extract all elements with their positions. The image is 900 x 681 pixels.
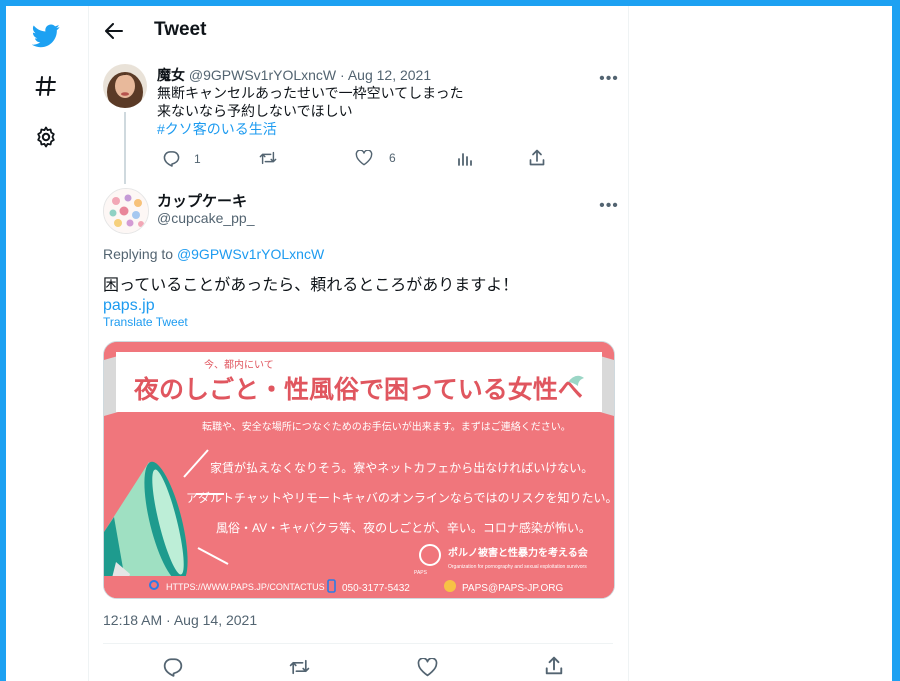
analytics-button[interactable] — [457, 151, 473, 166]
image-banner-text: 夜のしごと・性風俗で困っている女性へ — [133, 375, 583, 404]
tweet1-hashtag[interactable]: #クソ客のいる生活 — [157, 120, 464, 138]
image-sub-text: 転職や、安全な場所につなぐためのお手伝いが出来ます。まずはご連絡ください。 — [202, 420, 571, 433]
reply-button[interactable] — [163, 657, 183, 677]
avatar[interactable] — [103, 64, 147, 108]
tweet1-line: 無断キャンセルあったせいで一枠空いてしまった — [157, 85, 464, 101]
tweet1-handle[interactable]: @9GPWSv1rYOLxncW — [189, 67, 336, 83]
main-column: Tweet 魔女 @9GPWSv1rYOLxncW · Aug 12, 2021… — [88, 6, 629, 681]
retweet-button[interactable] — [289, 658, 310, 676]
tweet1-name[interactable]: 魔女 — [157, 67, 185, 83]
contact-url: HTTPS://WWW.PAPS.JP/CONTACTUS — [166, 582, 325, 592]
dot-separator: · — [340, 67, 345, 83]
share-icon — [529, 149, 545, 166]
avatar[interactable] — [103, 188, 149, 234]
reply-icon — [163, 658, 183, 677]
tweet1-line: 来ないなら予約しないでほしい — [157, 103, 353, 119]
retweet-icon — [289, 659, 310, 675]
heart-icon — [355, 150, 373, 166]
tweet2-name[interactable]: カップケーキ — [157, 190, 247, 211]
contact-phone: 050-3177-5432 — [342, 583, 410, 594]
tweet-timestamp[interactable]: 12:18 AM · Aug 14, 2021 — [103, 612, 257, 628]
back-arrow-icon[interactable] — [101, 18, 127, 44]
left-nav — [6, 6, 88, 681]
more-icon[interactable]: ••• — [597, 67, 621, 91]
app-frame: Tweet 魔女 @9GPWSv1rYOLxncW · Aug 12, 2021… — [6, 6, 892, 681]
like-button[interactable] — [417, 658, 438, 677]
tweet2-handle[interactable]: @cupcake_pp_ — [157, 210, 255, 226]
tweet2-text: 困っていることがあったら、頼れるところがありますよ！ — [103, 277, 519, 294]
replying-to: Replying to @9GPWSv1rYOLxncW — [103, 246, 324, 262]
contact-email: PAPS@PAPS-JP.ORG — [462, 583, 564, 594]
reply-count: 1 — [194, 151, 201, 166]
like-count: 6 — [389, 151, 396, 165]
tweet1-header: 魔女 @9GPWSv1rYOLxncW · Aug 12, 2021 — [157, 65, 431, 85]
image-line-2: アダルトチャットやリモートキャバのオンラインならではのリスクを知りたい。 — [186, 490, 614, 505]
org-en: Organization for pornography and sexual … — [448, 564, 587, 570]
replying-label: Replying to — [103, 246, 174, 262]
share-icon — [545, 656, 563, 675]
divider — [103, 643, 613, 644]
image-line-3: 風俗・AV・キャバクラ等、夜のしごとが、辛い。コロナ感染が怖い。 — [216, 520, 591, 535]
share-button[interactable] — [529, 149, 545, 166]
heart-icon — [417, 658, 438, 677]
tweet-image[interactable]: 今、都内にいて 夜のしごと・性風俗で困っている女性へ 転職や、安全な場所につなぐ… — [103, 341, 615, 599]
retweet-icon — [259, 151, 277, 165]
page-title: Tweet — [154, 19, 207, 40]
image-top-small: 今、都内にいて — [204, 358, 274, 371]
org-jp: ポルノ被害と性暴力を考える会 — [448, 546, 588, 559]
tweet1-body: 無断キャンセルあったせいで一枠空いてしまった 来ないなら予約しないでほしい #ク… — [157, 84, 464, 138]
share-button[interactable] — [545, 656, 563, 675]
reply-button[interactable]: 1 — [163, 150, 201, 167]
tweet2-link[interactable]: paps.jp — [103, 296, 518, 316]
analytics-icon — [458, 153, 472, 166]
email-icon — [444, 580, 456, 592]
thread-line — [124, 112, 126, 184]
tweet1-date[interactable]: Aug 12, 2021 — [348, 67, 431, 83]
retweet-button[interactable] — [259, 150, 277, 166]
image-line-1: 家賃が払えなくなりそう。寮やネットカフェから出なければいけない。 — [210, 460, 593, 475]
twitter-logo-icon[interactable] — [28, 18, 64, 54]
replying-handle-link[interactable]: @9GPWSv1rYOLxncW — [177, 246, 324, 262]
header: Tweet — [89, 6, 628, 56]
like-button[interactable]: 6 — [355, 150, 396, 166]
tweet2-body: 困っていることがあったら、頼れるところがありますよ！ paps.jp — [103, 276, 518, 316]
org-short: PAPS — [414, 570, 428, 576]
gear-icon[interactable] — [28, 119, 64, 155]
reply-icon — [163, 151, 180, 167]
hashtag-icon[interactable] — [28, 68, 64, 104]
translate-tweet-link[interactable]: Translate Tweet — [103, 315, 188, 329]
more-icon[interactable]: ••• — [597, 194, 621, 218]
